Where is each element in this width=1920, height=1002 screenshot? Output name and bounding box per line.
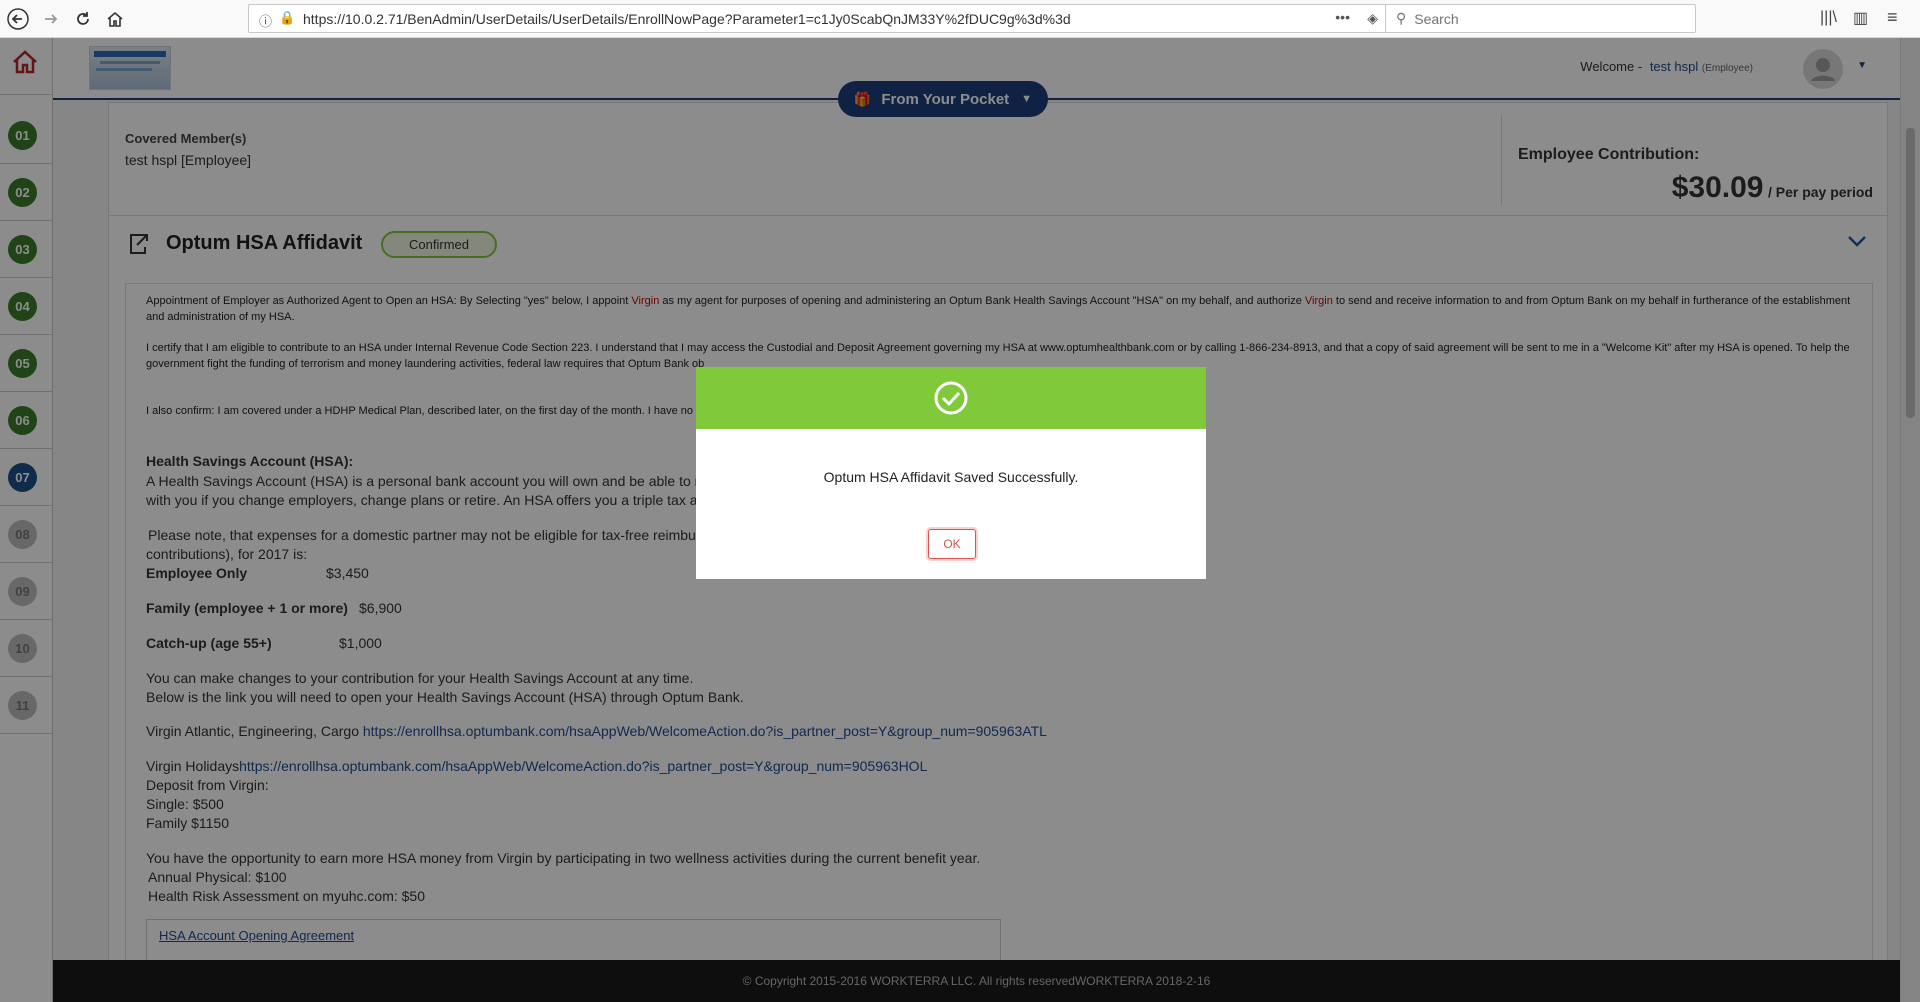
page-actions-button[interactable]: ••• xyxy=(1335,9,1350,25)
library-icon[interactable]: |||\ xyxy=(1820,9,1837,27)
home-button[interactable] xyxy=(100,4,130,34)
browser-toolbar: ⓘ 🔒 https://10.0.2.71/BenAdmin/UserDetai… xyxy=(0,0,1920,38)
search-placeholder: Search xyxy=(1414,10,1459,27)
dialog-message: Optum HSA Affidavit Saved Successfully. xyxy=(823,469,1079,485)
forward-arrow-icon xyxy=(45,14,58,24)
search-icon: ⚲ xyxy=(1396,10,1407,26)
ok-button[interactable]: OK xyxy=(928,529,976,559)
url-text: https://10.0.2.71/BenAdmin/UserDetails/U… xyxy=(303,10,1071,27)
back-button[interactable] xyxy=(3,4,33,34)
reload-button[interactable] xyxy=(68,4,98,34)
success-dialog: Optum HSA Affidavit Saved Successfully. … xyxy=(696,367,1206,579)
address-bar[interactable]: ⓘ 🔒 https://10.0.2.71/BenAdmin/UserDetai… xyxy=(248,4,1413,33)
check-circle-icon xyxy=(934,381,968,415)
lock-warning-icon: 🔒 xyxy=(279,10,296,25)
reload-icon xyxy=(77,12,89,25)
pocket-icon[interactable]: ◈ xyxy=(1367,10,1378,27)
menu-icon[interactable]: ≡ xyxy=(1887,7,1898,28)
forward-button[interactable] xyxy=(36,4,66,34)
info-icon: ⓘ xyxy=(259,14,273,29)
home-outline-icon xyxy=(107,11,123,27)
dialog-header xyxy=(696,367,1206,429)
sidebar-toggle-icon[interactable]: ▥ xyxy=(1853,8,1868,28)
search-box[interactable]: ⚲ Search xyxy=(1385,4,1696,33)
back-arrow-icon xyxy=(7,8,29,30)
